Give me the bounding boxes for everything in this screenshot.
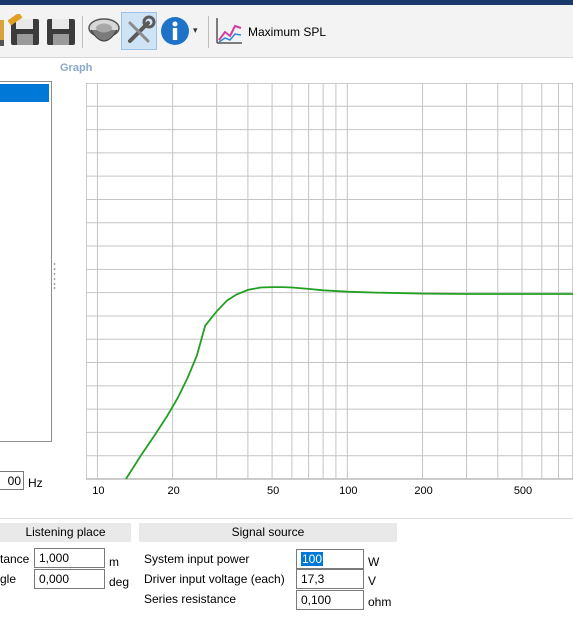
- signal-source-header: Signal source: [139, 523, 397, 542]
- x-tick-label: 20: [168, 485, 180, 497]
- frequency-unit: Hz: [28, 476, 43, 490]
- system-input-power-input[interactable]: 100: [296, 549, 364, 569]
- save-as-icon[interactable]: [44, 14, 78, 48]
- listening-angle-input[interactable]: 0,000: [34, 569, 105, 589]
- listening-place-header: Listening place: [0, 523, 131, 542]
- wrench-tools-icon[interactable]: [122, 14, 156, 48]
- x-tick-label: 500: [514, 485, 532, 497]
- driver-input-voltage-label: Driver input voltage (each): [144, 572, 285, 586]
- system-input-power-value[interactable]: 100: [301, 552, 324, 566]
- x-tick-label: 10: [92, 485, 104, 497]
- info-icon[interactable]: [158, 14, 192, 48]
- frequency-input[interactable]: 00: [0, 471, 24, 490]
- listening-distance-input[interactable]: 1,000: [34, 548, 105, 568]
- list-item-selected[interactable]: [0, 84, 49, 102]
- pencil-icon[interactable]: [0, 14, 6, 48]
- chevron-down-icon[interactable]: ▾: [193, 25, 203, 35]
- plot-area: [86, 83, 573, 480]
- panel-divider: [0, 518, 573, 519]
- toolbar: ▾ Maximum SPL: [0, 5, 573, 58]
- spl-graph[interactable]: 8085909510010511011512012513013514014515…: [86, 83, 573, 503]
- listening-distance-unit: m: [109, 555, 119, 569]
- series-resistance-label: Series resistance: [144, 592, 237, 606]
- graph-caption: Graph: [60, 62, 93, 74]
- speaker-driver-icon[interactable]: [87, 14, 121, 48]
- series-resistance-unit: ohm: [368, 595, 392, 609]
- listening-distance-label: tance: [0, 552, 30, 566]
- toolbar-separator: [208, 16, 209, 48]
- view-title[interactable]: Maximum SPL: [248, 25, 326, 39]
- system-input-power-unit: W: [368, 555, 380, 569]
- x-tick-label: 200: [414, 485, 432, 497]
- system-input-power-label: System input power: [144, 552, 250, 566]
- listening-angle-unit: deg: [109, 575, 130, 589]
- toolbar-separator: [82, 16, 83, 48]
- driver-list[interactable]: [0, 81, 52, 442]
- driver-input-voltage-unit: V: [368, 574, 377, 588]
- driver-input-voltage-input[interactable]: 17,3: [296, 569, 364, 589]
- spl-chart-icon[interactable]: [214, 16, 244, 46]
- x-tick-label: 50: [267, 485, 279, 497]
- splitter-handle[interactable]: [53, 262, 56, 290]
- listening-angle-label: gle: [0, 572, 17, 586]
- x-tick-label: 100: [339, 485, 357, 497]
- series-resistance-input[interactable]: 0,100: [296, 590, 364, 610]
- save-icon[interactable]: [8, 14, 42, 48]
